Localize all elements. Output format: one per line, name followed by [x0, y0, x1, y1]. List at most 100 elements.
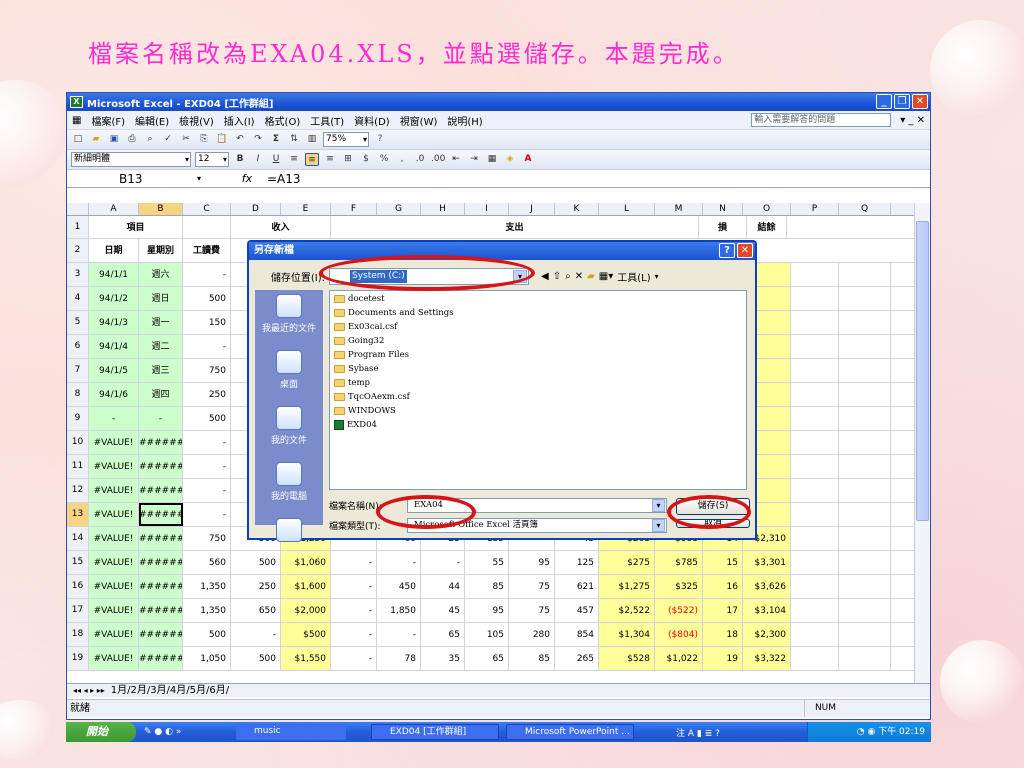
cell-k[interactable]: 125: [555, 551, 599, 574]
cell-m[interactable]: ($804): [655, 623, 703, 646]
cell-d[interactable]: 250: [231, 575, 281, 598]
cell-e[interactable]: $1,600: [281, 575, 331, 598]
comma-icon[interactable]: ,: [395, 153, 409, 166]
row-header[interactable]: 14: [67, 527, 89, 550]
cell-q[interactable]: [839, 623, 891, 646]
cell-q[interactable]: [839, 431, 891, 454]
cell-i[interactable]: 85: [465, 575, 509, 598]
cell-k[interactable]: 457: [555, 599, 599, 622]
header-income[interactable]: 收入: [231, 216, 331, 238]
cell-b[interactable]: 週六: [139, 263, 183, 286]
cell-e[interactable]: $1,550: [281, 647, 331, 670]
cell-l[interactable]: $1,304: [599, 623, 655, 646]
cell-c[interactable]: 150: [183, 311, 231, 334]
cell-l[interactable]: $528: [599, 647, 655, 670]
name-box-dropdown-icon[interactable]: ▾: [197, 174, 227, 183]
cell-h[interactable]: 44: [421, 575, 465, 598]
close-icon[interactable]: ✕: [912, 94, 928, 109]
cell-p[interactable]: [791, 599, 839, 622]
col-header-c[interactable]: C: [183, 203, 231, 215]
cell-a[interactable]: #VALUE!: [89, 623, 139, 646]
cell-e[interactable]: $500: [281, 623, 331, 646]
menu-tools[interactable]: 工具(T): [305, 113, 349, 128]
cell-p[interactable]: [791, 575, 839, 598]
vertical-scrollbar[interactable]: [914, 203, 930, 683]
menu-file[interactable]: 檔案(F): [86, 113, 130, 128]
cell-m[interactable]: ($522): [655, 599, 703, 622]
cell-a[interactable]: #VALUE!: [89, 479, 139, 502]
col-header-q[interactable]: Q: [839, 203, 891, 215]
cell-j[interactable]: 85: [509, 647, 555, 670]
cell-d[interactable]: 650: [231, 599, 281, 622]
cell-g[interactable]: 1,850: [377, 599, 421, 622]
cut-icon[interactable]: ✂: [179, 133, 193, 146]
undo-icon[interactable]: ↶: [233, 133, 247, 146]
cell-c[interactable]: -: [183, 335, 231, 358]
cell-p[interactable]: [791, 647, 839, 670]
cell-b[interactable]: #######: [139, 551, 183, 574]
cell-q[interactable]: [839, 503, 891, 526]
cell-p[interactable]: [791, 335, 839, 358]
cell-g[interactable]: -: [377, 551, 421, 574]
cell-q[interactable]: [839, 407, 891, 430]
sort-icon[interactable]: ⇅: [287, 133, 301, 146]
row-header[interactable]: 5: [67, 311, 89, 334]
tools-menu[interactable]: 工具(L): [617, 269, 650, 284]
cell-m[interactable]: $325: [655, 575, 703, 598]
menu-data[interactable]: 資料(D): [349, 113, 395, 128]
cell-a[interactable]: 94/1/6: [89, 383, 139, 406]
cell-q[interactable]: [839, 455, 891, 478]
align-center-icon[interactable]: ≡: [305, 153, 319, 166]
sheet-tab-list[interactable]: 1月/2月/3月/4月/5月/6月/: [111, 684, 229, 697]
col-header-m[interactable]: M: [655, 203, 703, 215]
copy-icon[interactable]: ⎘: [197, 133, 211, 146]
cell-p[interactable]: [791, 551, 839, 574]
list-item[interactable]: Program Files: [334, 348, 746, 362]
cell-c[interactable]: -: [183, 503, 231, 526]
task-excel[interactable]: EXD04 [工作群組]: [371, 724, 499, 740]
menu-window[interactable]: 視窗(W): [395, 113, 443, 128]
cell-q[interactable]: [839, 647, 891, 670]
cell-m[interactable]: $785: [655, 551, 703, 574]
cell-o[interactable]: $3,301: [743, 551, 791, 574]
close-icon[interactable]: ✕: [737, 243, 753, 258]
chart-icon[interactable]: ▥: [305, 133, 319, 146]
header-profit[interactable]: 損: [699, 216, 747, 238]
views-icon[interactable]: ▦▾: [599, 271, 613, 282]
row-header[interactable]: 17: [67, 599, 89, 622]
cell-e[interactable]: $2,000: [281, 599, 331, 622]
row-header[interactable]: 18: [67, 623, 89, 646]
cell-l[interactable]: $2,522: [599, 599, 655, 622]
menu-edit[interactable]: 編輯(E): [130, 113, 174, 128]
cell-j[interactable]: 280: [509, 623, 555, 646]
cell-a[interactable]: #VALUE!: [89, 551, 139, 574]
header-expense[interactable]: 支出: [331, 216, 699, 238]
merge-icon[interactable]: ⊞: [341, 153, 355, 166]
cell-p[interactable]: [791, 383, 839, 406]
cell-b[interactable]: #######: [139, 527, 183, 550]
cell-b[interactable]: 週一: [139, 311, 183, 334]
back-icon[interactable]: ◀: [541, 271, 549, 282]
cell-k[interactable]: 265: [555, 647, 599, 670]
list-item[interactable]: WINDOWS: [334, 404, 746, 418]
cell-b[interactable]: #######: [139, 623, 183, 646]
delete-icon[interactable]: ✕: [575, 271, 583, 282]
row-header[interactable]: 2: [67, 239, 89, 262]
cell[interactable]: [183, 216, 231, 238]
cell-a[interactable]: 94/1/2: [89, 287, 139, 310]
task-music[interactable]: music: [236, 724, 346, 740]
search-icon[interactable]: ⌕: [565, 271, 571, 282]
chevron-down-icon[interactable]: ▾: [652, 499, 665, 512]
cell-c[interactable]: -: [183, 263, 231, 286]
redo-icon[interactable]: ↷: [251, 133, 265, 146]
row-header[interactable]: 6: [67, 335, 89, 358]
italic-icon[interactable]: I: [251, 153, 265, 166]
cell-o[interactable]: $2,300: [743, 623, 791, 646]
row-header[interactable]: 9: [67, 407, 89, 430]
cell-p[interactable]: [791, 359, 839, 382]
cell-i[interactable]: 55: [465, 551, 509, 574]
col-header-h[interactable]: H: [421, 203, 465, 215]
cell-a[interactable]: #VALUE!: [89, 575, 139, 598]
cell-j[interactable]: 75: [509, 599, 555, 622]
cell-q[interactable]: [839, 359, 891, 382]
